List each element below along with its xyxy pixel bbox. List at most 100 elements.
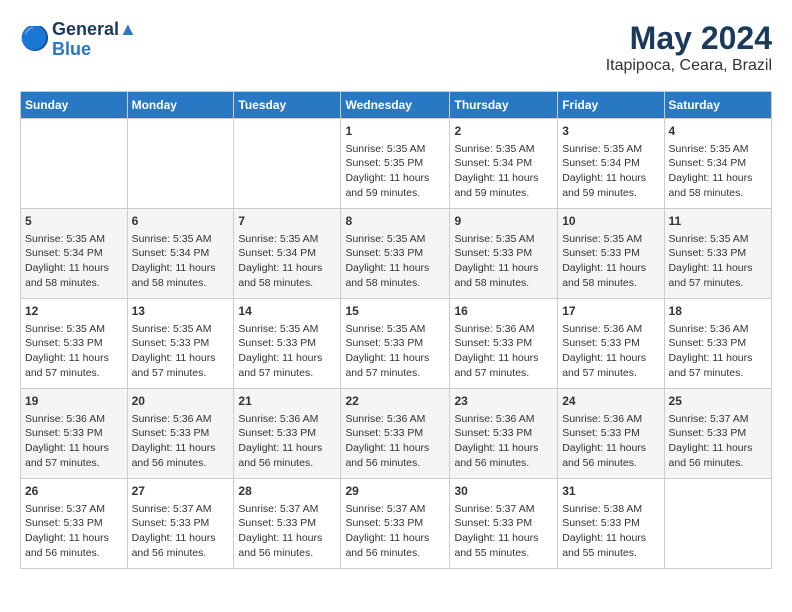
day-number: 7 [238,213,336,230]
day-info: Sunset: 5:33 PM [345,516,445,531]
logo-line2: Blue [52,40,137,60]
day-info: Sunrise: 5:37 AM [669,412,767,427]
calendar-cell: 6Sunrise: 5:35 AMSunset: 5:34 PMDaylight… [127,209,234,299]
day-info: Daylight: 11 hours and 56 minutes. [238,441,336,470]
day-number: 22 [345,393,445,410]
day-info: Sunset: 5:33 PM [25,426,123,441]
day-info: Sunrise: 5:35 AM [454,142,553,157]
day-info: Daylight: 11 hours and 57 minutes. [25,351,123,380]
day-info: Daylight: 11 hours and 58 minutes. [454,261,553,290]
calendar-cell: 24Sunrise: 5:36 AMSunset: 5:33 PMDayligh… [558,389,664,479]
day-info: Sunrise: 5:35 AM [562,142,659,157]
calendar-cell: 7Sunrise: 5:35 AMSunset: 5:34 PMDaylight… [234,209,341,299]
day-info: Daylight: 11 hours and 57 minutes. [669,351,767,380]
day-info: Sunrise: 5:37 AM [132,502,230,517]
day-info: Sunrise: 5:37 AM [238,502,336,517]
day-info: Sunset: 5:33 PM [454,426,553,441]
calendar-cell: 17Sunrise: 5:36 AMSunset: 5:33 PMDayligh… [558,299,664,389]
day-number: 31 [562,483,659,500]
day-number: 2 [454,123,553,140]
day-info: Daylight: 11 hours and 58 minutes. [669,171,767,200]
day-number: 25 [669,393,767,410]
calendar-cell: 23Sunrise: 5:36 AMSunset: 5:33 PMDayligh… [450,389,558,479]
day-info: Daylight: 11 hours and 56 minutes. [132,531,230,560]
day-number: 28 [238,483,336,500]
header-row: SundayMondayTuesdayWednesdayThursdayFrid… [21,92,772,119]
day-header-thursday: Thursday [450,92,558,119]
calendar-cell: 30Sunrise: 5:37 AMSunset: 5:33 PMDayligh… [450,479,558,569]
day-header-sunday: Sunday [21,92,128,119]
day-info: Sunset: 5:33 PM [562,246,659,261]
day-info: Sunrise: 5:35 AM [669,232,767,247]
calendar-cell: 19Sunrise: 5:36 AMSunset: 5:33 PMDayligh… [21,389,128,479]
calendar-cell: 29Sunrise: 5:37 AMSunset: 5:33 PMDayligh… [341,479,450,569]
day-info: Daylight: 11 hours and 58 minutes. [238,261,336,290]
calendar-cell [664,479,771,569]
calendar-cell: 2Sunrise: 5:35 AMSunset: 5:34 PMDaylight… [450,119,558,209]
day-info: Sunrise: 5:35 AM [132,322,230,337]
day-number: 13 [132,303,230,320]
day-info: Sunset: 5:33 PM [238,336,336,351]
day-info: Sunrise: 5:36 AM [238,412,336,427]
day-header-tuesday: Tuesday [234,92,341,119]
day-number: 12 [25,303,123,320]
day-info: Sunrise: 5:35 AM [562,232,659,247]
day-info: Sunset: 5:33 PM [562,516,659,531]
day-info: Daylight: 11 hours and 57 minutes. [454,351,553,380]
day-info: Sunrise: 5:36 AM [454,322,553,337]
calendar-cell: 13Sunrise: 5:35 AMSunset: 5:33 PMDayligh… [127,299,234,389]
day-number: 18 [669,303,767,320]
day-info: Sunset: 5:33 PM [562,426,659,441]
day-info: Sunset: 5:33 PM [345,426,445,441]
day-info: Sunset: 5:33 PM [669,246,767,261]
day-header-wednesday: Wednesday [341,92,450,119]
day-number: 27 [132,483,230,500]
day-info: Sunset: 5:33 PM [345,246,445,261]
logo-line1: General [52,19,119,39]
day-info: Daylight: 11 hours and 57 minutes. [238,351,336,380]
day-info: Sunset: 5:33 PM [25,516,123,531]
day-info: Sunrise: 5:36 AM [25,412,123,427]
day-info: Sunset: 5:33 PM [669,426,767,441]
day-info: Sunrise: 5:35 AM [669,142,767,157]
calendar-cell: 11Sunrise: 5:35 AMSunset: 5:33 PMDayligh… [664,209,771,299]
day-info: Sunrise: 5:37 AM [454,502,553,517]
page-title: May 2024 [606,20,772,57]
day-info: Sunset: 5:34 PM [669,156,767,171]
day-info: Daylight: 11 hours and 58 minutes. [345,261,445,290]
title-section: May 2024 Itapipoca, Ceara, Brazil [606,20,772,75]
day-number: 19 [25,393,123,410]
day-info: Sunrise: 5:35 AM [345,232,445,247]
day-info: Sunrise: 5:38 AM [562,502,659,517]
day-number: 6 [132,213,230,230]
calendar-cell: 15Sunrise: 5:35 AMSunset: 5:33 PMDayligh… [341,299,450,389]
day-number: 17 [562,303,659,320]
page-subtitle: Itapipoca, Ceara, Brazil [606,57,772,75]
calendar-cell: 4Sunrise: 5:35 AMSunset: 5:34 PMDaylight… [664,119,771,209]
calendar-cell: 27Sunrise: 5:37 AMSunset: 5:33 PMDayligh… [127,479,234,569]
calendar-cell [21,119,128,209]
calendar-cell: 16Sunrise: 5:36 AMSunset: 5:33 PMDayligh… [450,299,558,389]
day-number: 24 [562,393,659,410]
day-info: Daylight: 11 hours and 58 minutes. [25,261,123,290]
day-number: 16 [454,303,553,320]
day-number: 20 [132,393,230,410]
day-info: Daylight: 11 hours and 56 minutes. [345,531,445,560]
day-info: Daylight: 11 hours and 56 minutes. [25,531,123,560]
day-number: 21 [238,393,336,410]
day-number: 29 [345,483,445,500]
calendar-table: SundayMondayTuesdayWednesdayThursdayFrid… [20,91,772,569]
day-info: Daylight: 11 hours and 55 minutes. [454,531,553,560]
calendar-week-1: 1Sunrise: 5:35 AMSunset: 5:35 PMDaylight… [21,119,772,209]
day-info: Daylight: 11 hours and 57 minutes. [562,351,659,380]
calendar-cell: 10Sunrise: 5:35 AMSunset: 5:33 PMDayligh… [558,209,664,299]
day-info: Daylight: 11 hours and 58 minutes. [132,261,230,290]
day-info: Sunset: 5:33 PM [454,516,553,531]
day-info: Daylight: 11 hours and 56 minutes. [562,441,659,470]
calendar-cell: 14Sunrise: 5:35 AMSunset: 5:33 PMDayligh… [234,299,341,389]
calendar-cell: 1Sunrise: 5:35 AMSunset: 5:35 PMDaylight… [341,119,450,209]
svg-text:🔵: 🔵 [20,26,48,52]
day-number: 11 [669,213,767,230]
day-info: Sunset: 5:34 PM [562,156,659,171]
calendar-cell: 28Sunrise: 5:37 AMSunset: 5:33 PMDayligh… [234,479,341,569]
